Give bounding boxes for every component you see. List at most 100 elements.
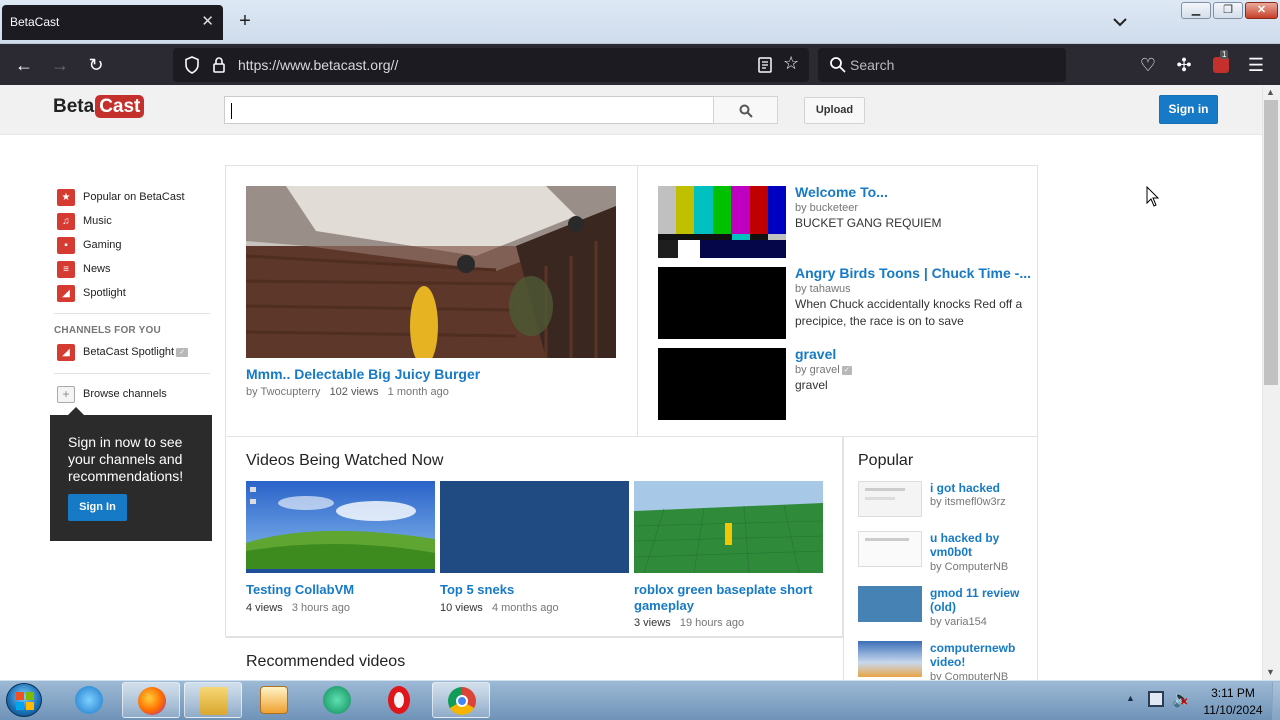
side-video-author-name: by gravel bbox=[795, 364, 840, 376]
watched-video-title[interactable]: roblox green baseplate short gameplay bbox=[634, 582, 823, 614]
popular-video-thumbnail[interactable] bbox=[858, 481, 922, 517]
hamburger-menu-icon[interactable]: ☰ bbox=[1245, 54, 1267, 76]
show-desktop-button[interactable] bbox=[1272, 682, 1280, 720]
media-player-icon bbox=[260, 686, 288, 714]
side-video-thumbnail[interactable] bbox=[658, 186, 786, 258]
reload-icon[interactable]: ↻ bbox=[85, 54, 107, 76]
new-tab-icon[interactable]: + bbox=[234, 10, 256, 33]
shield-icon[interactable] bbox=[184, 56, 200, 74]
taskbar-chrome[interactable] bbox=[432, 682, 490, 718]
side-video-title[interactable]: Welcome To... bbox=[795, 184, 888, 200]
featured-video-thumbnail[interactable] bbox=[246, 186, 616, 358]
sign-in-promo: Sign in now to see your channels and rec… bbox=[50, 407, 212, 541]
popular-video-title[interactable]: u hacked by vm0b0t bbox=[930, 531, 1030, 559]
upload-button[interactable]: Upload bbox=[804, 97, 865, 124]
scrollbar-thumb[interactable] bbox=[1264, 100, 1278, 385]
window-maximize-button[interactable]: ❐ bbox=[1213, 2, 1243, 19]
watched-video-meta: 4 views 3 hours ago bbox=[246, 602, 350, 614]
browse-channels-link[interactable]: + Browse channels bbox=[57, 385, 167, 403]
taskbar-internet-explorer[interactable] bbox=[60, 682, 118, 718]
extensions-puzzle-icon[interactable]: ✣ bbox=[1173, 54, 1195, 76]
close-tab-icon[interactable]: ✕ bbox=[201, 12, 214, 30]
opera-icon bbox=[388, 686, 410, 714]
pocket-icon[interactable]: ♡ bbox=[1137, 54, 1159, 76]
popular-video-title[interactable]: i got hacked bbox=[930, 481, 1030, 495]
guide-item-gaming[interactable]: ▪ Gaming bbox=[57, 236, 122, 254]
spotlight-icon: ◢ bbox=[57, 343, 75, 361]
site-search-input[interactable] bbox=[224, 96, 714, 124]
side-video-author[interactable]: by bucketeer bbox=[795, 202, 858, 214]
bookmark-star-icon[interactable]: ☆ bbox=[783, 53, 799, 74]
back-arrow-icon[interactable]: ← bbox=[13, 54, 35, 76]
verified-icon: ✓ bbox=[841, 365, 852, 375]
popular-video-author[interactable]: by ComputerNB bbox=[930, 671, 1008, 680]
clock-time[interactable]: 3:11 PM bbox=[1203, 686, 1263, 700]
site-logo[interactable]: Beta Cast bbox=[53, 95, 145, 124]
guide-item-spotlight[interactable]: ◢ Spotlight bbox=[57, 284, 126, 302]
taskbar-opera[interactable] bbox=[370, 682, 428, 718]
popular-video-thumbnail[interactable] bbox=[858, 531, 922, 567]
popular-video-thumbnail[interactable] bbox=[858, 586, 922, 622]
guide-item-label: News bbox=[83, 263, 111, 275]
sign-in-button[interactable]: Sign in bbox=[1159, 95, 1218, 124]
logo-cast-text: Cast bbox=[95, 95, 145, 118]
side-video-author[interactable]: by tahawus bbox=[795, 283, 851, 295]
featured-age: 1 month ago bbox=[387, 386, 449, 398]
promo-message: Sign in now to see your channels and rec… bbox=[68, 434, 184, 484]
watched-video-title[interactable]: Top 5 sneks bbox=[440, 582, 629, 598]
side-video-thumbnail[interactable] bbox=[658, 348, 786, 420]
site-search-button[interactable] bbox=[713, 96, 778, 124]
newspaper-icon: ≡ bbox=[57, 260, 75, 278]
guide-item-betacast-spotlight[interactable]: ◢ BetaCast Spotlight ✓ bbox=[57, 343, 189, 361]
start-button[interactable] bbox=[6, 683, 42, 717]
popular-video-thumbnail[interactable] bbox=[858, 641, 922, 677]
url-text: https://www.betacast.org// bbox=[238, 57, 399, 73]
taskbar-explorer[interactable] bbox=[184, 682, 242, 718]
logo-beta-text: Beta bbox=[53, 96, 95, 117]
clock-date[interactable]: 11/10/2024 bbox=[1195, 703, 1271, 717]
show-hidden-icons-icon[interactable]: ▲ bbox=[1126, 693, 1135, 703]
views-count: 10 views bbox=[440, 602, 483, 614]
ublock-icon[interactable]: 1 bbox=[1213, 50, 1229, 73]
watched-video-thumbnail[interactable] bbox=[440, 481, 629, 573]
scroll-down-icon[interactable]: ▼ bbox=[1266, 667, 1275, 677]
popular-video-author[interactable]: by ComputerNB bbox=[930, 561, 1008, 573]
watched-video-thumbnail[interactable] bbox=[246, 481, 435, 573]
popular-video-author[interactable]: by itsmefl0w3rz bbox=[930, 496, 1006, 508]
watched-video-title[interactable]: Testing CollabVM bbox=[246, 582, 435, 598]
network-icon[interactable] bbox=[1148, 691, 1164, 707]
video-age: 19 hours ago bbox=[679, 617, 745, 629]
window-minimize-button[interactable]: ▁ bbox=[1181, 2, 1211, 19]
browser-search-placeholder: Search bbox=[850, 57, 895, 73]
taskbar-firefox[interactable] bbox=[122, 682, 180, 718]
chevron-down-icon[interactable] bbox=[1110, 12, 1130, 32]
folder-icon bbox=[200, 687, 228, 715]
featured-video-title[interactable]: Mmm.. Delectable Big Juicy Burger bbox=[246, 366, 480, 382]
watched-video-thumbnail[interactable] bbox=[634, 481, 823, 573]
featured-author[interactable]: by Twocupterry bbox=[246, 386, 320, 398]
panel-divider bbox=[637, 165, 638, 437]
window-close-button[interactable]: ✕ bbox=[1245, 2, 1278, 19]
forward-arrow-icon[interactable]: → bbox=[49, 54, 71, 76]
guide-item-news[interactable]: ≡ News bbox=[57, 260, 111, 278]
popular-video-title[interactable]: computernewb video! bbox=[930, 641, 1030, 669]
extension-badge: 1 bbox=[1220, 50, 1229, 59]
taskbar-app[interactable] bbox=[308, 682, 366, 718]
channels-heading: CHANNELS FOR YOU bbox=[54, 325, 161, 336]
reader-view-icon[interactable] bbox=[757, 56, 773, 74]
popular-video-author[interactable]: by varia154 bbox=[930, 616, 987, 628]
spotlight-icon: ◢ bbox=[57, 284, 75, 302]
side-video-title[interactable]: gravel bbox=[795, 346, 836, 362]
guide-item-music[interactable]: ♫ Music bbox=[57, 212, 112, 230]
taskbar-media-player[interactable] bbox=[245, 682, 303, 718]
side-video-thumbnail[interactable] bbox=[658, 267, 786, 339]
scroll-up-icon[interactable]: ▲ bbox=[1266, 87, 1275, 97]
side-video-author[interactable]: by gravel ✓ bbox=[795, 364, 852, 376]
popular-video-title[interactable]: gmod 11 review (old) bbox=[930, 586, 1030, 614]
browser-tab[interactable]: BetaCast ✕ bbox=[2, 5, 223, 40]
guide-item-popular[interactable]: ★ Popular on BetaCast bbox=[57, 188, 185, 206]
side-video-title[interactable]: Angry Birds Toons | Chuck Time -... bbox=[795, 265, 1031, 281]
guide-item-label: BetaCast Spotlight bbox=[83, 346, 175, 358]
promo-sign-in-button[interactable]: Sign In bbox=[68, 494, 127, 521]
lock-icon[interactable] bbox=[212, 56, 226, 74]
